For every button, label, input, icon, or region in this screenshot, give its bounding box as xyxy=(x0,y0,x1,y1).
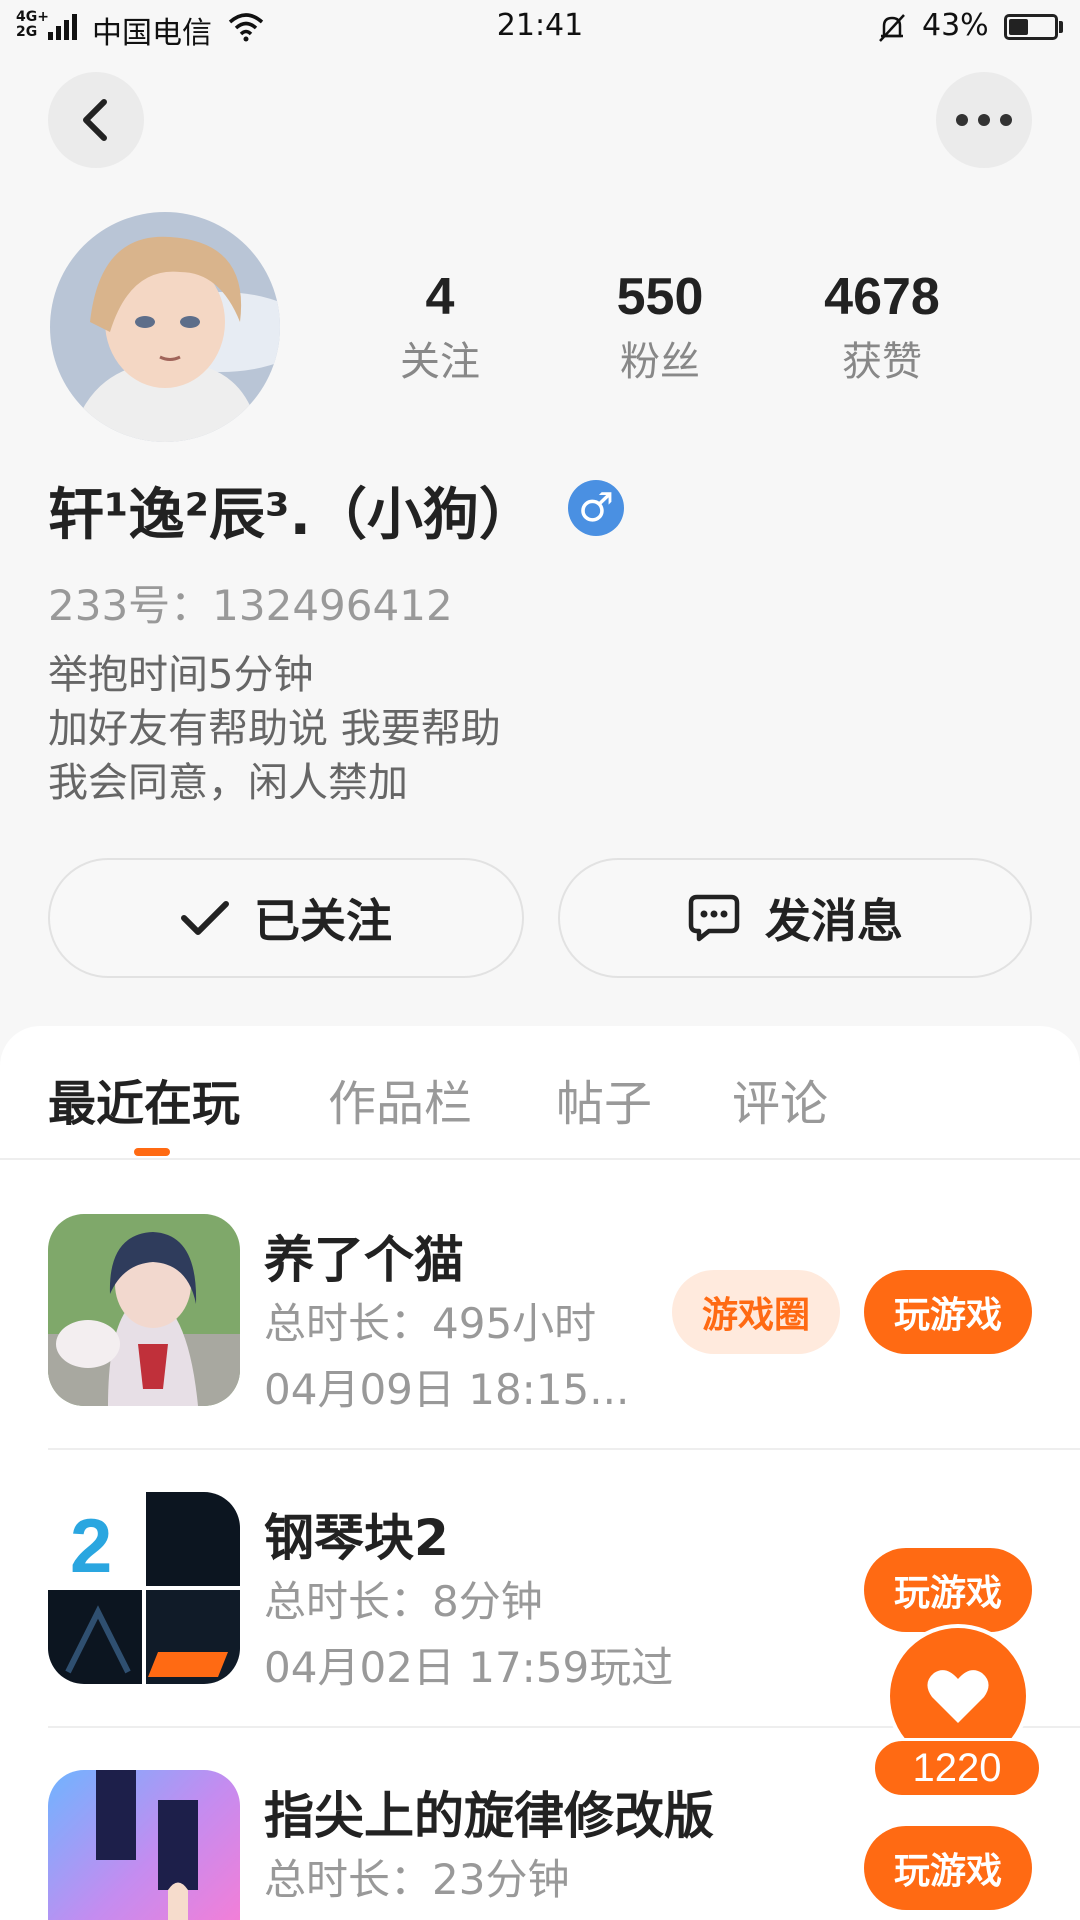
bio-line: 我会同意，闲人禁加 xyxy=(48,760,408,806)
mute-bell-icon xyxy=(876,12,908,52)
user-id[interactable]: 233号：132496412 xyxy=(48,572,453,633)
clock: 21:41 xyxy=(496,8,584,43)
game-icon[interactable]: 2 xyxy=(48,1492,240,1684)
divider xyxy=(0,1158,1080,1160)
followed-label: 已关注 xyxy=(254,894,392,948)
likes-label: 获赞 xyxy=(842,339,922,385)
male-gender-icon: ♂ xyxy=(568,480,624,536)
avatar[interactable] xyxy=(50,212,280,442)
status-bar: 4G+ 2G 中国电信 21:41 43% xyxy=(0,0,1080,56)
following-label: 关注 xyxy=(400,339,480,385)
svg-text:2: 2 xyxy=(70,1504,112,1589)
more-button[interactable] xyxy=(936,72,1032,168)
followers-count: 550 xyxy=(616,268,704,326)
game-icon[interactable] xyxy=(48,1770,240,1920)
bio-line: 举抱时间5分钟 xyxy=(48,652,314,698)
chat-bubble-icon xyxy=(688,894,740,942)
send-message-button[interactable]: 发消息 xyxy=(558,858,1032,978)
play-game-button[interactable]: 玩游戏 xyxy=(864,1270,1032,1354)
check-icon xyxy=(181,901,229,935)
following-count: 4 xyxy=(425,268,455,326)
last-played: 04月02日 17:59玩过 xyxy=(264,1643,674,1692)
tab-works[interactable]: 作品栏 xyxy=(328,1064,472,1134)
followers-label: 粉丝 xyxy=(620,339,700,385)
tab-recently-played[interactable]: 最近在玩 xyxy=(48,1064,240,1134)
more-dots-icon xyxy=(956,114,1012,126)
likes-stat[interactable]: 4678 获赞 xyxy=(782,262,982,392)
send-message-label: 发消息 xyxy=(765,894,903,948)
game-circle-button[interactable]: 游戏圈 xyxy=(672,1270,840,1354)
play-duration: 总时长：23分钟 xyxy=(264,1855,570,1904)
last-played: 04月09日 18:15... xyxy=(264,1365,630,1414)
game-icon[interactable] xyxy=(48,1214,240,1406)
play-game-button[interactable]: 玩游戏 xyxy=(864,1826,1032,1910)
list-item[interactable]: 养了个猫 总时长：495小时 04月09日 18:15... 游戏圈 玩游戏 xyxy=(0,1190,1080,1450)
battery-icon xyxy=(1004,14,1058,40)
tab-indicator xyxy=(134,1148,170,1156)
game-name[interactable]: 指尖上的旋律修改版 xyxy=(264,1776,714,1848)
nickname: 轩¹逸²辰³.（小狗） xyxy=(48,483,535,548)
followers-stat[interactable]: 550 粉丝 xyxy=(560,262,760,392)
divider xyxy=(48,1448,1080,1450)
heart-icon xyxy=(927,1670,989,1723)
following-stat[interactable]: 4 关注 xyxy=(340,262,540,392)
chevron-left-icon xyxy=(83,99,107,141)
play-duration: 总时长：495小时 xyxy=(264,1299,597,1348)
battery-percent: 43% xyxy=(922,8,989,43)
tab-comments[interactable]: 评论 xyxy=(732,1064,828,1134)
tab-posts[interactable]: 帖子 xyxy=(556,1064,652,1134)
game-name[interactable]: 钢琴块2 xyxy=(264,1498,449,1570)
likes-count: 4678 xyxy=(824,268,940,326)
bio: 举抱时间5分钟 加好友有帮助说 我要帮助 我会同意，闲人禁加 xyxy=(48,648,501,810)
like-count: 1220 xyxy=(872,1738,1042,1798)
battery-tip xyxy=(1059,21,1063,33)
followed-button[interactable]: 已关注 xyxy=(48,858,524,978)
play-game-button[interactable]: 玩游戏 xyxy=(864,1548,1032,1632)
back-button[interactable] xyxy=(48,72,144,168)
game-name[interactable]: 养了个猫 xyxy=(264,1220,464,1292)
play-duration: 总时长：8分钟 xyxy=(264,1577,543,1626)
bio-line: 加好友有帮助说 我要帮助 xyxy=(48,706,501,752)
gender-symbol: ♂ xyxy=(578,485,614,531)
